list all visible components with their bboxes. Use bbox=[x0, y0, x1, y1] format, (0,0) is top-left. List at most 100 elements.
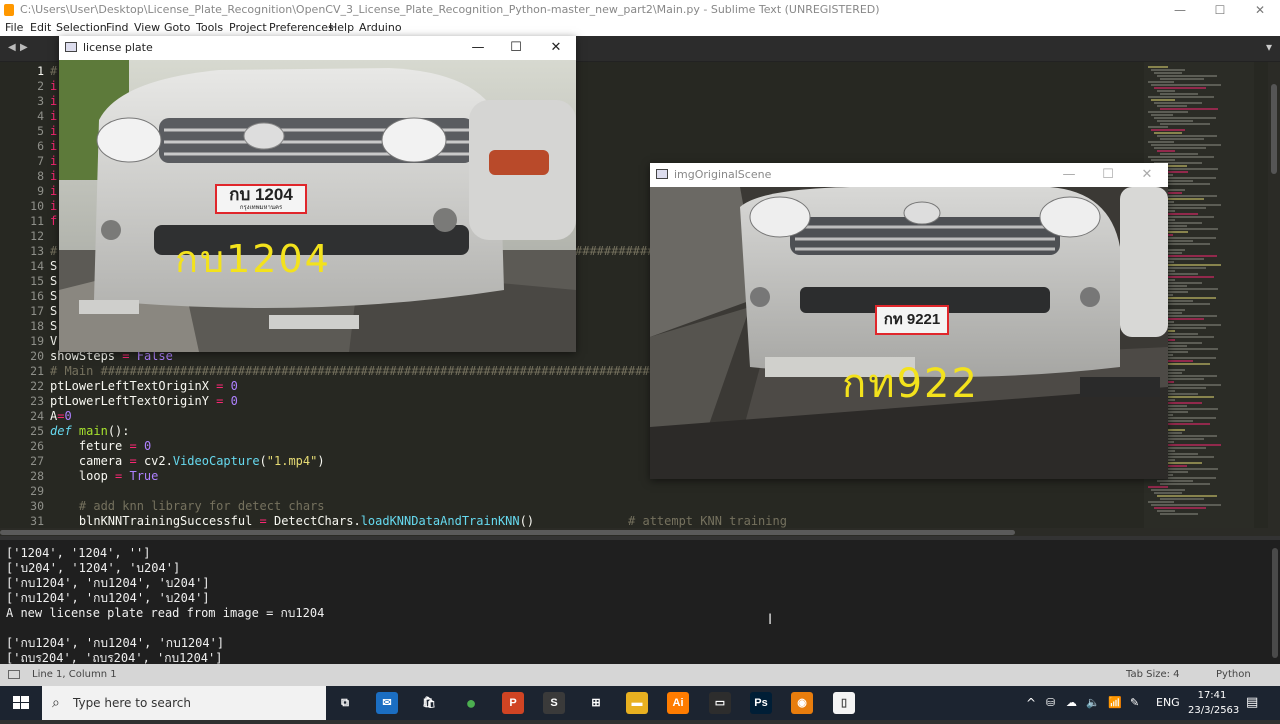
search-icon: ⌕ bbox=[52, 695, 60, 711]
line-number: 26 bbox=[30, 439, 44, 453]
menu-selection[interactable]: Selection bbox=[56, 21, 107, 34]
panel-toggle-icon[interactable] bbox=[8, 670, 20, 679]
console-line: ['กบ1204', 'กบ1204', 'บ204'] bbox=[6, 591, 210, 605]
menu-goto[interactable]: Goto bbox=[164, 21, 190, 34]
tab-dropdown-icon[interactable]: ▾ bbox=[1266, 40, 1272, 54]
minimap-line bbox=[1154, 72, 1182, 74]
tray-chevron-icon[interactable]: ^ bbox=[1026, 686, 1036, 720]
tab-next-arrow-icon[interactable]: ▶ bbox=[20, 42, 28, 53]
taskbar-notepad-icon[interactable]: ▯ bbox=[833, 692, 855, 714]
notification-icon[interactable]: ▤ bbox=[1246, 686, 1258, 720]
license-plate-window[interactable]: license plate — ☐ ✕ กบ 1204 กรุงเทพมหานค… bbox=[59, 36, 576, 352]
line-number: 17 bbox=[30, 304, 44, 318]
license-plate-image: กบ 1204 กรุงเทพมหานคร กบ1204 bbox=[59, 60, 576, 352]
code-token: 0 bbox=[230, 394, 238, 408]
taskbar-chrome-icon[interactable]: ● bbox=[460, 692, 482, 714]
os-close-button[interactable]: ✕ bbox=[1128, 163, 1166, 187]
taskbar-blender-icon[interactable]: ◉ bbox=[791, 692, 813, 714]
tray-pen-icon[interactable]: ✎ bbox=[1130, 686, 1139, 720]
line-number: 20 bbox=[30, 349, 44, 363]
code-token: = bbox=[208, 394, 231, 408]
start-button[interactable] bbox=[0, 686, 42, 720]
taskbar-sublime-icon[interactable]: S bbox=[543, 692, 565, 714]
output-console[interactable]: ['1204', '1204', ''] ['บ204', '1204', 'บ… bbox=[0, 536, 1280, 664]
menu-preferences[interactable]: Preferences bbox=[269, 21, 334, 34]
minimap-line bbox=[1157, 75, 1217, 77]
original-scene-titlebar[interactable]: imgOriginalScene — ☐ ✕ bbox=[650, 163, 1168, 187]
menu-file[interactable]: File bbox=[5, 21, 23, 34]
os-maximize-button[interactable]: ☐ bbox=[1089, 163, 1127, 187]
code-token: 0 bbox=[143, 439, 152, 453]
menu-find[interactable]: Find bbox=[106, 21, 129, 34]
horizontal-scrollbar[interactable] bbox=[0, 528, 1280, 536]
taskbar-network-icon[interactable]: ⊞ bbox=[585, 692, 607, 714]
tray-wifi-icon[interactable]: 📶 bbox=[1108, 686, 1122, 720]
tray-language[interactable]: ENG bbox=[1156, 686, 1180, 720]
tray-volume-icon[interactable]: 🔈 bbox=[1086, 686, 1100, 720]
menu-arduino[interactable]: Arduino bbox=[359, 21, 402, 34]
taskbar-explorer-icon[interactable]: ▬ bbox=[626, 692, 648, 714]
tray-cloud-icon[interactable]: ☁ bbox=[1066, 686, 1077, 720]
os-minimize-button[interactable]: — bbox=[1050, 163, 1088, 187]
line-number: 24 bbox=[30, 409, 44, 423]
minimap-line bbox=[1154, 117, 1216, 119]
taskbar-search-box[interactable]: ⌕ Type here to search bbox=[42, 686, 326, 720]
menu-tools[interactable]: Tools bbox=[196, 21, 223, 34]
console-line: A new license plate read from image = กบ… bbox=[6, 606, 325, 620]
cursor-position: Line 1, Column 1 bbox=[32, 669, 117, 680]
menu-project[interactable]: Project bbox=[229, 21, 267, 34]
taskbar-mail-icon[interactable]: ✉ bbox=[376, 692, 398, 714]
scroll-thumb[interactable] bbox=[0, 530, 1015, 535]
taskbar-powerpoint-icon[interactable]: P bbox=[502, 692, 524, 714]
menu-view[interactable]: View bbox=[134, 21, 160, 34]
code-token: = bbox=[122, 454, 144, 468]
line-number: 4 bbox=[37, 109, 44, 123]
code-line: blnKNNTrainingSuccessful = DetectChars.l… bbox=[50, 514, 1140, 528]
tray-network-icon[interactable]: ⛁ bbox=[1046, 686, 1055, 720]
code-token: 0 bbox=[230, 379, 238, 393]
original-scene-window[interactable]: imgOriginalScene — ☐ ✕ กท 9221 กท922 bbox=[650, 163, 1168, 479]
windows-logo-icon bbox=[13, 696, 29, 709]
code-token: main bbox=[78, 424, 108, 438]
code-token: blnKNNTrainingSuccessful bbox=[50, 514, 253, 528]
minimap-line bbox=[1151, 99, 1175, 101]
tray-clock[interactable]: 17:41 23/3/2563 bbox=[1188, 688, 1239, 718]
console-scrollbar[interactable] bbox=[1272, 548, 1278, 658]
line-number: 31 bbox=[30, 514, 44, 528]
minimap-line bbox=[1160, 78, 1204, 80]
taskbar-photoshop-icon[interactable]: Ps bbox=[750, 692, 772, 714]
minimap-line bbox=[1157, 105, 1187, 107]
minimap-line bbox=[1157, 90, 1175, 92]
taskbar-terminal-icon[interactable]: ▭ bbox=[709, 692, 731, 714]
line-number: 12 bbox=[30, 229, 44, 243]
lp-close-button[interactable]: ✕ bbox=[537, 36, 575, 60]
syntax-mode[interactable]: Python bbox=[1216, 664, 1251, 686]
minimap-line bbox=[1160, 108, 1218, 110]
taskbar-task-view-icon[interactable]: ⧉ bbox=[334, 692, 356, 714]
tab-prev-arrow-icon[interactable]: ◀ bbox=[8, 42, 16, 53]
status-bar: Line 1, Column 1 Tab Size: 4 Python bbox=[0, 664, 1280, 686]
minimap-line bbox=[1148, 141, 1174, 143]
line-number: 29 bbox=[30, 484, 44, 498]
menu-edit[interactable]: Edit bbox=[30, 21, 51, 34]
scroll-thumb[interactable] bbox=[1271, 84, 1277, 174]
code-token: camera bbox=[50, 454, 123, 468]
lp-maximize-button[interactable]: ☐ bbox=[497, 36, 535, 60]
taskbar-illustrator-icon[interactable]: Ai bbox=[667, 692, 689, 714]
title-bar: C:\Users\User\Desktop\License_Plate_Reco… bbox=[0, 0, 1280, 20]
menu-help[interactable]: Help bbox=[329, 21, 354, 34]
license-plate-titlebar[interactable]: license plate — ☐ ✕ bbox=[59, 36, 576, 60]
close-button[interactable]: ✕ bbox=[1240, 0, 1280, 20]
line-number: 28 bbox=[30, 469, 44, 483]
minimize-button[interactable]: — bbox=[1160, 0, 1200, 20]
tab-size[interactable]: Tab Size: 4 bbox=[1126, 664, 1180, 686]
minimap-line bbox=[1160, 153, 1198, 155]
maximize-button[interactable]: ☐ bbox=[1200, 0, 1240, 20]
minimap-line bbox=[1151, 144, 1221, 146]
code-line: # add knn library for detect chars bbox=[50, 499, 325, 513]
lp-minimize-button[interactable]: — bbox=[459, 36, 497, 60]
vertical-scrollbar[interactable] bbox=[1268, 62, 1280, 528]
taskbar-store-icon[interactable]: 🛍 bbox=[418, 692, 440, 714]
